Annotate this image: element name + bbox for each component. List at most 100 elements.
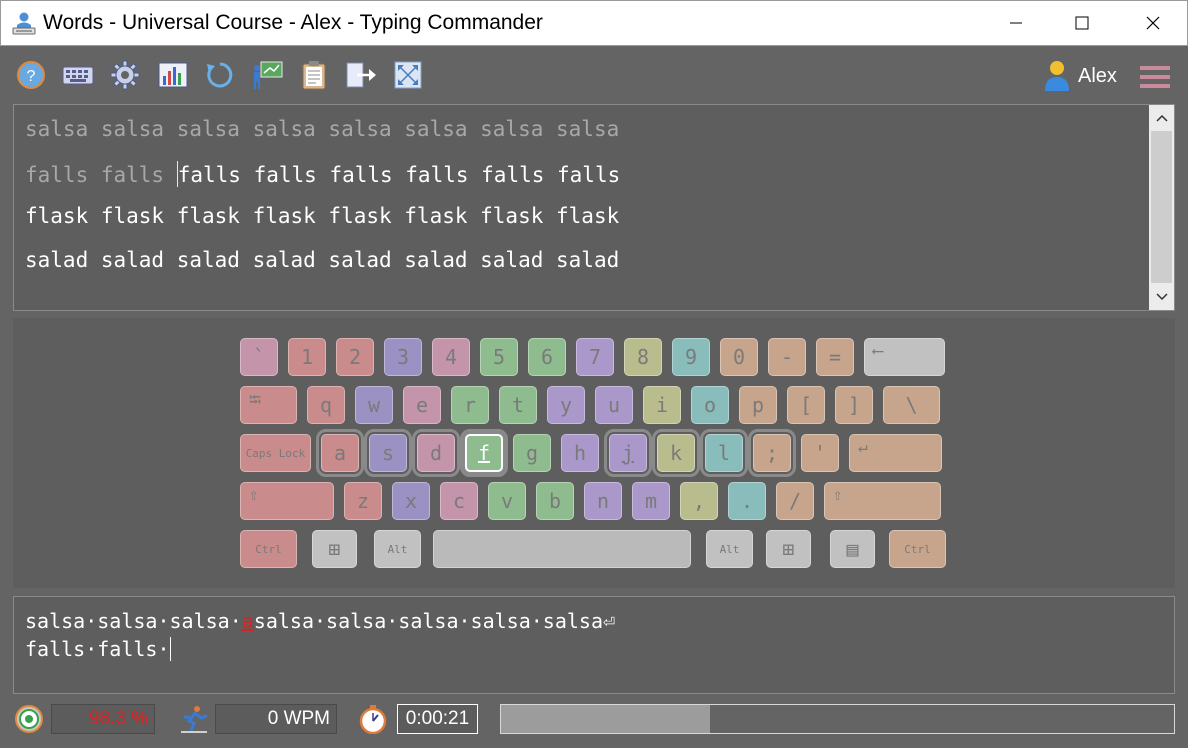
key-d: d [412, 429, 460, 477]
status-bar: 98.3 % 0 WPM 0:00:21 [0, 700, 1188, 748]
key-s: s [364, 429, 412, 477]
user-icon [1045, 61, 1069, 91]
key-label: 5 [492, 345, 506, 369]
enter-key: ↵ [849, 434, 942, 472]
key-0: 0 [720, 338, 758, 376]
key-label: i [655, 393, 669, 417]
user-profile[interactable]: Alex [1044, 58, 1117, 94]
lesson-pending-text: flask flask flask flask flask flask flas… [25, 204, 620, 228]
scroll-up-button[interactable] [1149, 105, 1174, 131]
key-label: c [452, 489, 466, 513]
help-button[interactable]: ? [15, 59, 47, 91]
key-9: 9 [672, 338, 710, 376]
minimize-icon [1010, 22, 1022, 24]
key-label: 8 [636, 345, 650, 369]
key-label: 9 [684, 345, 698, 369]
key-label: v [500, 489, 514, 513]
key-label: 4 [444, 345, 458, 369]
key-c: c [440, 482, 478, 520]
close-button[interactable] [1118, 1, 1188, 45]
lessons-button[interactable] [298, 59, 330, 91]
lesson-scrollbar[interactable] [1149, 105, 1174, 310]
svg-text:?: ? [27, 68, 36, 85]
key-label: - [780, 345, 794, 369]
restart-icon [207, 62, 233, 88]
key-1: 1 [288, 338, 326, 376]
key-sym11: ' [801, 434, 839, 472]
typing-error-char: a [241, 609, 254, 633]
speed-value: 0 WPM [215, 704, 337, 734]
key-t: t [499, 386, 537, 424]
key-label: ⇧ [249, 485, 259, 504]
typed-line-2: falls·falls· [25, 637, 171, 661]
key-6: 6 [528, 338, 566, 376]
key-p: p [739, 386, 777, 424]
chevron-up-icon [1155, 114, 1168, 122]
tab-key: ⭾ [240, 386, 297, 424]
key-label: ⊞ [782, 537, 795, 561]
key-label: ⟵ [873, 341, 883, 360]
key-m: m [632, 482, 670, 520]
hamburger-menu-icon [1140, 66, 1170, 88]
lesson-progress-bar [500, 704, 1175, 734]
keyboard-button[interactable] [62, 59, 94, 91]
key-sym10: / [776, 482, 814, 520]
key-sym11: - [768, 338, 806, 376]
key-sym8: , [680, 482, 718, 520]
key-label: Alt [387, 542, 408, 556]
win-key: ⊞ [766, 530, 811, 568]
fullscreen-button[interactable] [392, 59, 424, 91]
key-label: b [548, 489, 562, 513]
key-label: ▤ [846, 537, 859, 561]
user-name: Alex [1078, 64, 1117, 87]
key-label: = [828, 345, 842, 369]
caps-key: Caps Lock [240, 434, 311, 472]
key-label: w [367, 393, 381, 417]
key-label: Ctrl [904, 542, 931, 556]
key-a: a [316, 429, 364, 477]
lessons-clipboard-icon [302, 61, 326, 90]
restart-button[interactable] [204, 59, 236, 91]
settings-gear-icon [110, 60, 140, 90]
statistics-button[interactable] [157, 59, 189, 91]
minimize-button[interactable] [981, 1, 1051, 45]
key-n: n [584, 482, 622, 520]
key-q: q [307, 386, 345, 424]
lesson-pending-text: salad salad salad salad salad salad sala… [25, 248, 620, 272]
key-label: l [717, 441, 731, 465]
win-key: ▤ [830, 530, 875, 568]
key-label: . [740, 489, 754, 513]
key-label: f [477, 441, 491, 465]
alt-key: Alt [706, 530, 753, 568]
elapsed-time: 0:00:21 [397, 704, 478, 734]
exit-button[interactable] [345, 59, 377, 91]
teacher-icon [254, 61, 283, 89]
main-menu-button[interactable] [1138, 62, 1172, 92]
key-label: ' [813, 441, 827, 465]
lesson-line-4: salad salad salad salad salad salad sala… [25, 248, 619, 272]
key-7: 7 [576, 338, 614, 376]
key-label: Alt [719, 542, 740, 556]
maximize-button[interactable] [1047, 1, 1117, 45]
typing-input-panel[interactable]: salsa·salsa·salsa·asalsa·salsa·salsa·sal… [13, 596, 1175, 694]
key-label: h [573, 441, 587, 465]
title-bar: Words - Universal Course - Alex - Typing… [0, 0, 1188, 46]
maximize-icon [1075, 16, 1089, 30]
chevron-down-icon [1155, 293, 1168, 301]
key-3: 3 [384, 338, 422, 376]
key-label: Ctrl [255, 542, 282, 556]
teacher-button[interactable] [251, 59, 283, 91]
rshift-key: ⇧ [824, 482, 941, 520]
typed-line-1: salsa·salsa·salsa·asalsa·salsa·salsa·sal… [25, 609, 615, 633]
scroll-thumb[interactable] [1151, 131, 1172, 283]
key-sym12: ] [835, 386, 873, 424]
settings-button[interactable] [109, 59, 141, 91]
key-sym12: = [816, 338, 854, 376]
toolbar: ? [0, 46, 1188, 102]
typed-text: falls·falls· [25, 637, 170, 661]
lesson-line-2: falls falls falls falls falls falls fall… [25, 161, 620, 187]
key-label: ` [252, 345, 266, 369]
lesson-progress-fill [501, 705, 710, 733]
scroll-down-button[interactable] [1149, 284, 1174, 310]
accuracy-value: 98.3 % [51, 704, 155, 734]
